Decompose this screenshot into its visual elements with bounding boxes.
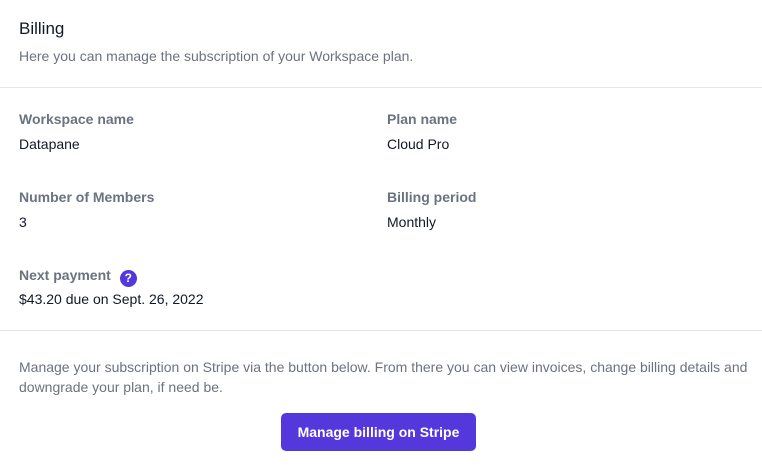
divider [0,330,762,331]
members-value: 3 [19,214,27,230]
plan-name-label: Plan name [387,111,458,127]
divider [0,87,762,88]
next-payment-value: $43.20 due on Sept. 26, 2022 [19,291,204,307]
manage-billing-button[interactable]: Manage billing on Stripe [281,413,476,451]
plan-name-value: Cloud Pro [387,136,450,152]
question-circle-icon[interactable]: ? [119,270,137,287]
stripe-description: Manage your subscription on Stripe via t… [19,359,748,395]
workspace-name-value: Datapane [19,136,80,152]
workspace-name-label: Workspace name [19,111,134,127]
page-subtitle: Here you can manage the subscription of … [19,48,414,64]
next-payment-label-row: Next payment? [19,267,137,287]
members-label: Number of Members [19,189,155,205]
page-title: Billing [19,19,65,38]
billing-period-label: Billing period [387,189,477,205]
next-payment-label: Next payment [19,267,111,283]
billing-period-value: Monthly [387,214,437,230]
